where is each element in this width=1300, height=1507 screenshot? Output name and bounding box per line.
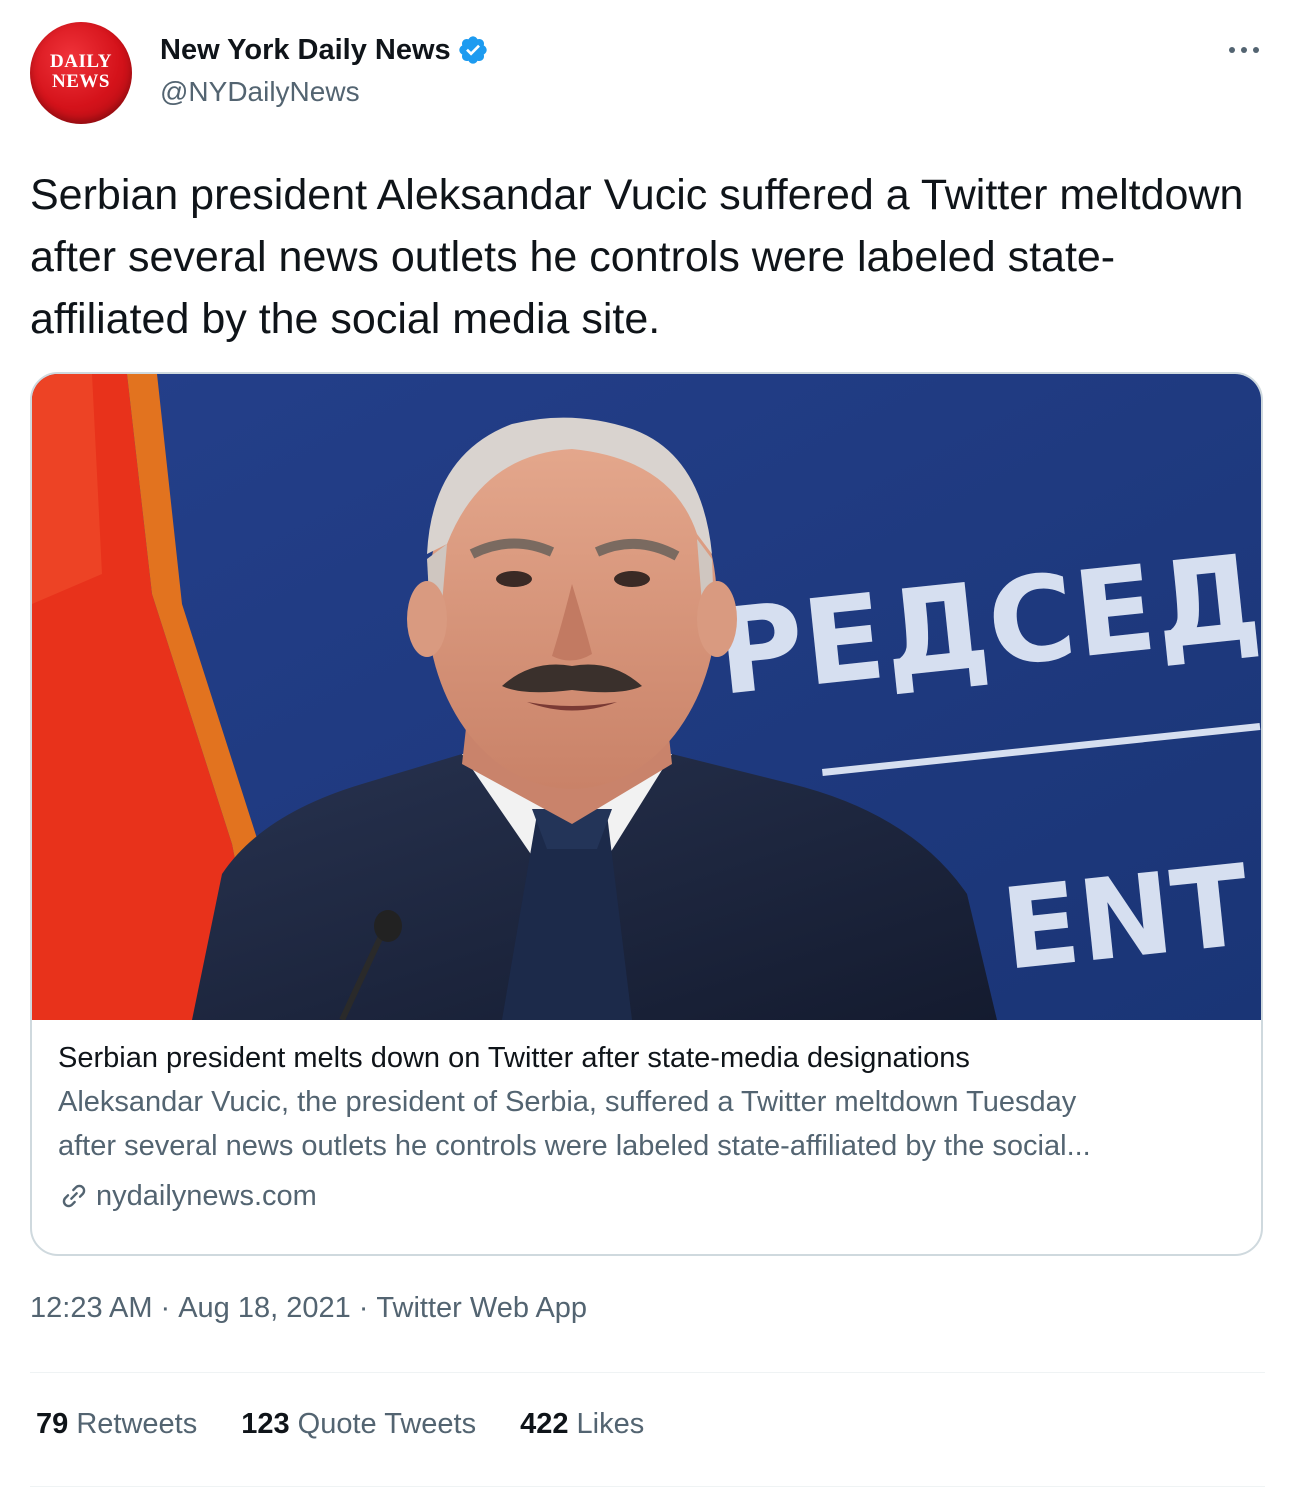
- meta-separator: ·: [358, 1292, 369, 1324]
- display-name[interactable]: New York Daily News: [160, 34, 451, 67]
- retweets-stat[interactable]: 79 Retweets: [36, 1408, 197, 1441]
- tweet-text: Serbian president Aleksandar Vucic suffe…: [30, 171, 1244, 343]
- retweets-count: 79: [36, 1408, 69, 1440]
- card-body[interactable]: Serbian president melts down on Twitter …: [58, 1036, 1238, 1222]
- quote-tweets-count: 123: [241, 1408, 290, 1440]
- backdrop-sign-text-2: ENT: [996, 841, 1255, 996]
- tweet-time[interactable]: 12:23 AM: [30, 1292, 153, 1325]
- author-handle[interactable]: @NYDailyNews: [160, 76, 360, 108]
- likes-label: Likes: [576, 1408, 645, 1440]
- divider: [30, 1486, 1265, 1487]
- retweets-label: Retweets: [76, 1408, 198, 1440]
- likes-stat[interactable]: 422 Likes: [520, 1408, 644, 1441]
- likes-count: 422: [520, 1408, 569, 1440]
- author-name-row: New York Daily News: [160, 30, 489, 70]
- tweet-date[interactable]: Aug 18, 2021: [178, 1292, 351, 1325]
- divider: [30, 1372, 1265, 1373]
- card-description-line: Aleksandar Vucic, the president of Serbi…: [58, 1086, 1077, 1118]
- logo-line-2: NEWS: [52, 71, 110, 92]
- tweet-source[interactable]: Twitter Web App: [376, 1292, 587, 1325]
- card-domain-text[interactable]: nydailynews.com: [96, 1170, 317, 1222]
- quote-tweets-stat[interactable]: 123 Quote Tweets: [241, 1408, 476, 1441]
- logo-line-1: DAILY: [50, 51, 112, 72]
- more-horizontal-icon[interactable]: [1224, 35, 1264, 65]
- card-description: Aleksandar Vucic, the president of Serbi…: [58, 1080, 1238, 1168]
- engagement-stats: 79 Retweets 123 Quote Tweets 422 Likes: [36, 1408, 688, 1441]
- tweet[interactable]: DAILY NEWS New York Daily News @NYDailyN…: [0, 0, 1300, 1507]
- quote-tweets-label: Quote Tweets: [297, 1408, 477, 1440]
- avatar[interactable]: DAILY NEWS: [30, 22, 132, 124]
- card-image[interactable]: РЕДСЕД ENT: [32, 374, 1263, 1020]
- daily-news-logo: DAILY NEWS: [30, 52, 132, 92]
- verified-badge-icon: [459, 36, 487, 64]
- meta-separator: ·: [160, 1292, 171, 1324]
- link-preview-card[interactable]: РЕДСЕД ENT Serbian president melts down …: [30, 372, 1263, 1256]
- card-title[interactable]: Serbian president melts down on Twitter …: [58, 1036, 1238, 1080]
- card-domain[interactable]: nydailynews.com: [58, 1170, 1238, 1222]
- tweet-meta: 12:23 AM · Aug 18, 2021 · Twitter Web Ap…: [30, 1292, 587, 1325]
- link-icon: [62, 1184, 86, 1208]
- card-description-line: after several news outlets he controls w…: [58, 1130, 1091, 1162]
